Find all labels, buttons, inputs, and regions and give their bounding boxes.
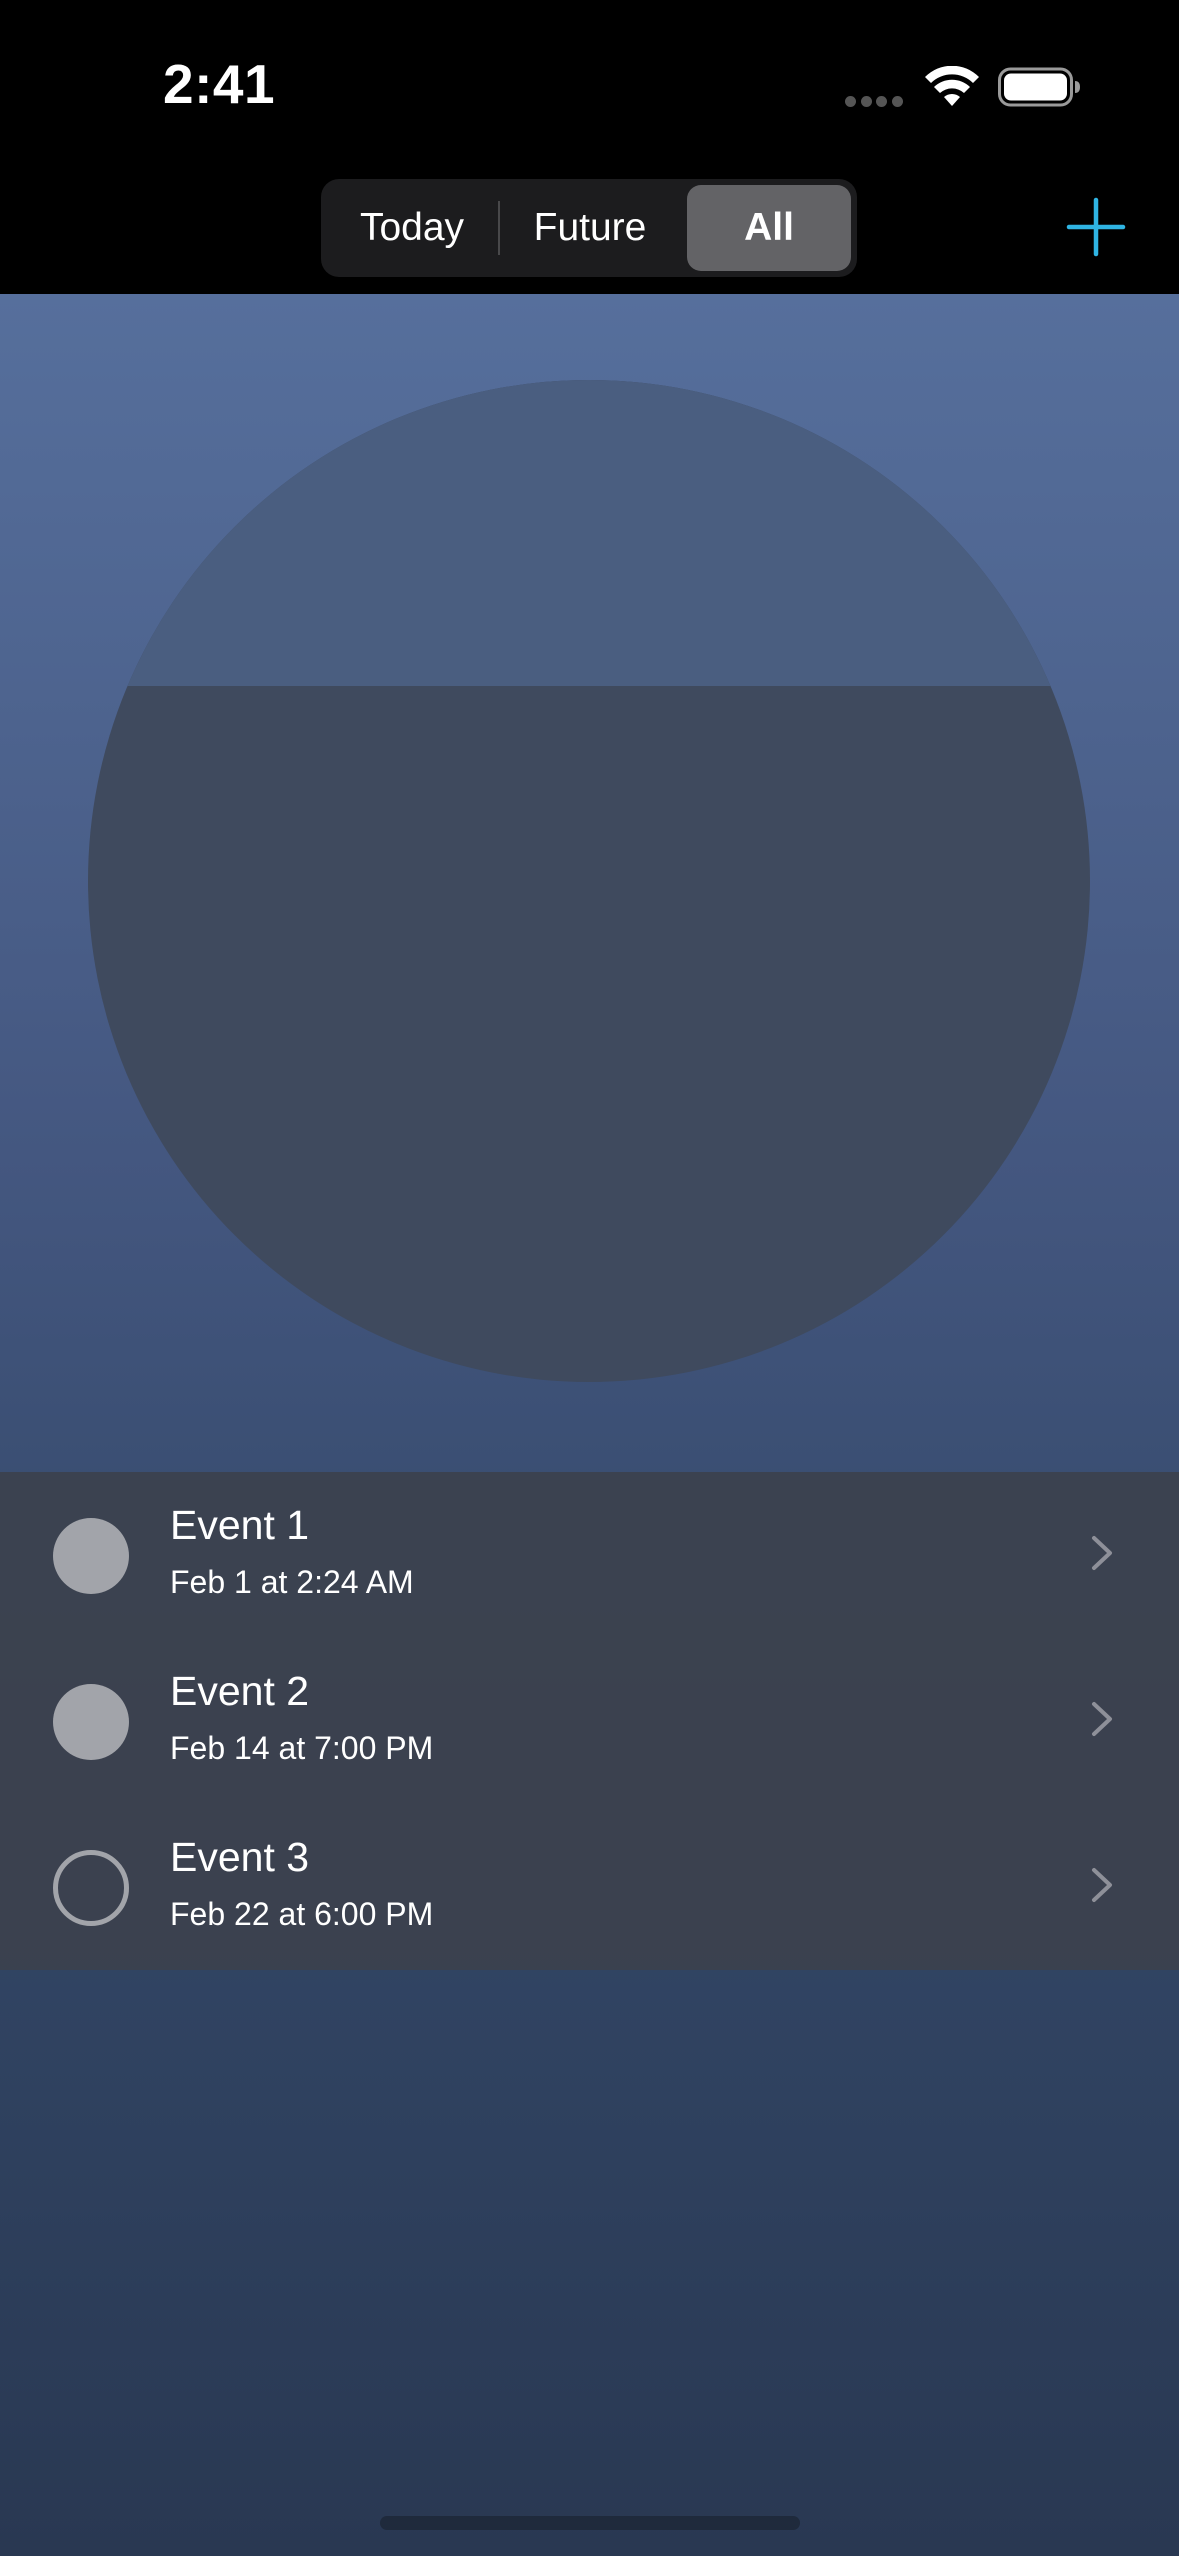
event-status-dot — [53, 1518, 129, 1594]
event-date: Feb 1 at 2:24 AM — [170, 1564, 414, 1600]
event-date: Feb 14 at 7:00 PM — [170, 1730, 434, 1766]
event-row[interactable]: Event 1 Feb 1 at 2:24 AM — [0, 1472, 1179, 1638]
event-row[interactable]: Event 3 Feb 22 at 6:00 PM — [0, 1804, 1179, 1970]
chevron-right-icon — [1092, 1702, 1112, 1736]
main-content: Event 1 Feb 1 at 2:24 AM Event 2 Feb 14 … — [0, 294, 1179, 2556]
plus-icon[interactable] — [1065, 196, 1127, 258]
event-title: Event 2 — [170, 1668, 310, 1714]
event-status-ring — [53, 1850, 129, 1926]
home-indicator[interactable] — [380, 2516, 800, 2530]
event-status-dot — [53, 1684, 129, 1760]
segment-future[interactable]: Future — [501, 185, 679, 271]
nav-bar: Today Future All — [0, 170, 1179, 294]
event-date: Feb 22 at 6:00 PM — [170, 1896, 434, 1932]
chevron-right-icon — [1092, 1868, 1112, 1902]
wifi-icon — [925, 66, 979, 106]
status-bar: 2:41 — [0, 0, 1179, 170]
segment-today[interactable]: Today — [339, 185, 485, 271]
event-title: Event 1 — [170, 1502, 310, 1548]
event-title: Event 3 — [170, 1834, 310, 1880]
chevron-right-icon — [1092, 1536, 1112, 1570]
cellular-dots-icon — [845, 95, 903, 107]
status-time: 2:41 — [163, 53, 276, 115]
battery-icon — [998, 67, 1080, 107]
segment-all[interactable]: All — [687, 185, 851, 271]
segment-divider — [498, 201, 500, 255]
event-row[interactable]: Event 2 Feb 14 at 7:00 PM — [0, 1638, 1179, 1804]
event-list: Event 1 Feb 1 at 2:24 AM Event 2 Feb 14 … — [0, 1472, 1179, 1970]
time-filter-segmented-control: Today Future All — [321, 179, 857, 277]
app-screen: 2:41 Today Future All Event 1 Feb 1 at 2… — [0, 0, 1179, 2556]
progress-circle — [88, 380, 1090, 1382]
progress-circle-unfilled — [88, 380, 1090, 686]
